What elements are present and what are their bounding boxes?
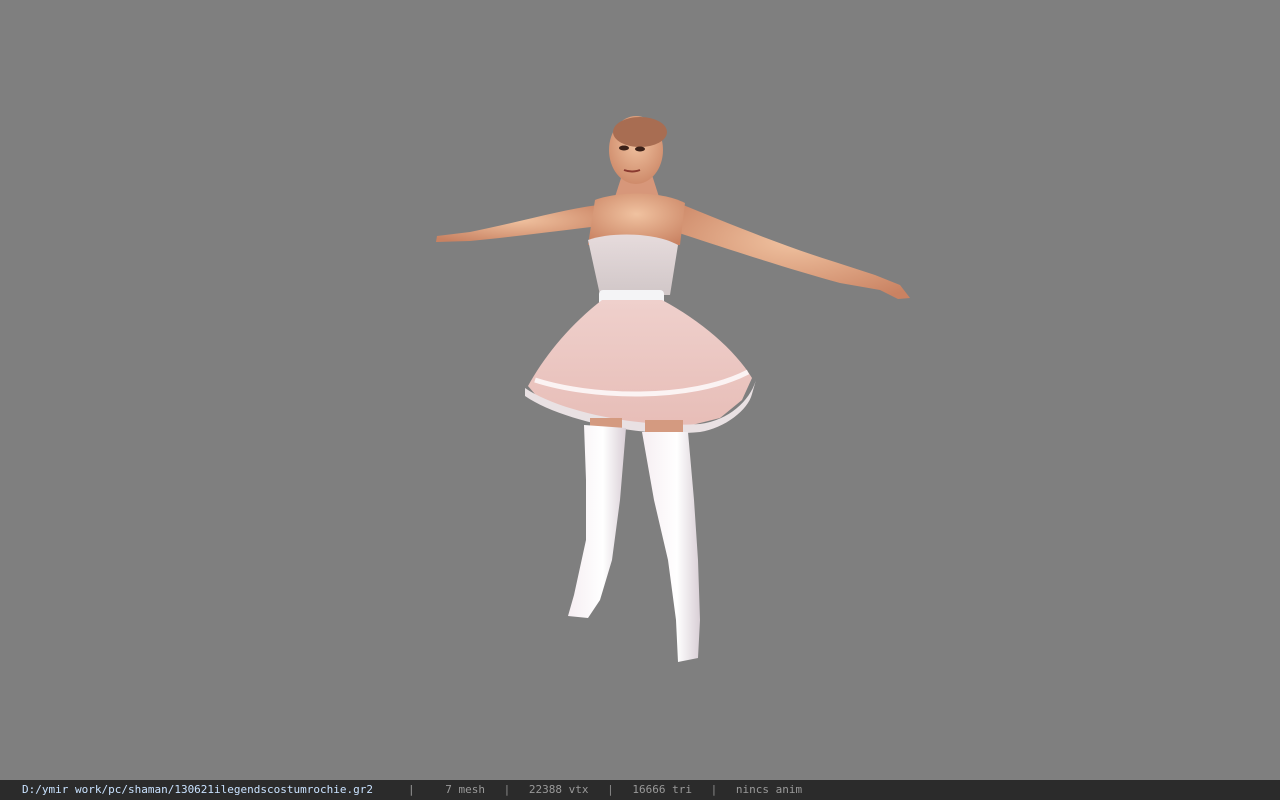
boot-left: [568, 425, 626, 618]
separator: |: [408, 783, 415, 796]
model-stats: | 7 mesh | 22388 vtx | 16666 tri | nincs…: [408, 780, 802, 800]
animation-status: nincs anim: [735, 783, 803, 796]
triangle-count: 16666 tri: [632, 783, 692, 796]
mesh-count: 7 mesh: [445, 783, 485, 796]
separator: |: [710, 783, 718, 796]
right-arm: [676, 202, 910, 299]
left-eye: [619, 145, 629, 151]
status-bar: D:/ymir work/pc/shaman/130621ilegendscos…: [0, 780, 1280, 800]
file-path: D:/ymir work/pc/shaman/130621ilegendscos…: [22, 783, 373, 796]
bodice: [588, 234, 678, 295]
separator: |: [607, 783, 614, 796]
boot-right: [642, 432, 700, 662]
separator: |: [503, 783, 511, 796]
3d-viewport[interactable]: [0, 0, 1280, 780]
hair: [613, 117, 667, 147]
character-model[interactable]: [0, 0, 1280, 780]
vertex-count: 22388 vtx: [528, 783, 589, 796]
right-eye: [635, 146, 645, 152]
left-arm: [436, 205, 600, 242]
